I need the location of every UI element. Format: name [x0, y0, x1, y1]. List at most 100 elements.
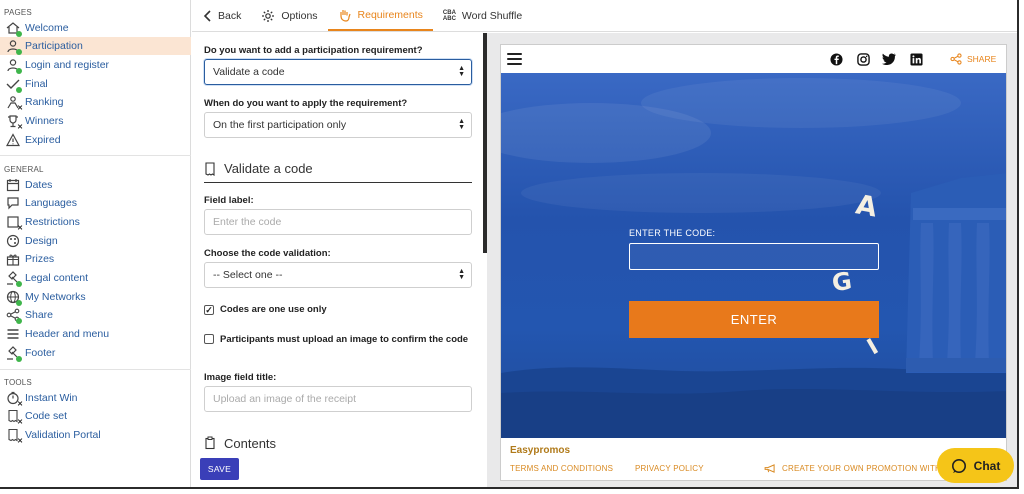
share-icon [950, 53, 962, 65]
tab-word-shuffle-label: Word Shuffle [461, 9, 523, 22]
sidebar-item-code-set[interactable]: ✕ Code set [0, 407, 191, 426]
preview-hero-background: A G I ENTER THE CODE: ENTER [501, 73, 1006, 438]
sidebar-item-label: Header and menu [25, 328, 110, 340]
sidebar-item-footer[interactable]: Footer [0, 344, 191, 362]
checkbox-unchecked[interactable] [204, 334, 214, 344]
warning-icon [6, 133, 20, 147]
select-value: On the first participation only [213, 119, 347, 131]
enter-button[interactable]: ENTER [629, 301, 879, 338]
sidebar-item-share[interactable]: Share [0, 306, 191, 324]
apply-requirement-label: When do you want to apply the requiremen… [204, 98, 408, 109]
home-icon [6, 21, 22, 37]
sidebar-item-dates[interactable]: Dates [0, 176, 191, 194]
section-title: Contents [224, 435, 277, 451]
user-login-icon [6, 58, 22, 74]
sidebar-item-label: Design [25, 235, 58, 247]
sidebar-item-label: Welcome [25, 22, 69, 34]
sidebar-item-label: Participation [25, 40, 83, 52]
sidebar-item-label: Dates [25, 179, 53, 191]
share-icon [6, 308, 22, 324]
code-validation-select[interactable]: -- Select one -- ▲ ▼ [204, 262, 472, 288]
sidebar-item-label: Code set [25, 410, 68, 422]
sidebar-item-participation[interactable]: Participation [0, 37, 191, 55]
gavel-icon [6, 271, 22, 287]
sidebar-item-ranking[interactable]: ✕ Ranking [0, 93, 191, 112]
promotion-preview: SHARE A G I ENTER THE CODE: ENTER Easypr… [500, 44, 1007, 481]
upload-image-checkbox-row[interactable]: Participants must upload an image to con… [204, 333, 472, 346]
sidebar-item-label: Instant Win [25, 392, 78, 404]
hamburger-menu-icon[interactable] [507, 53, 522, 65]
privacy-link[interactable]: PRIVACY POLICY [635, 464, 704, 473]
sidebar-item-my-networks[interactable]: My Networks [0, 288, 191, 306]
preview-share-link[interactable]: SHARE [950, 53, 996, 65]
sidebar-item-welcome[interactable]: Welcome [0, 19, 191, 37]
tab-word-shuffle[interactable]: CBA ABC Word Shuffle [433, 0, 532, 31]
sidebar-item-label: My Networks [25, 291, 86, 303]
linkedin-icon[interactable] [909, 52, 923, 66]
user-icon [6, 39, 22, 55]
preview-footer: Easypromos TERMS AND CONDITIONS PRIVACY … [501, 438, 1006, 480]
sidebar-item-restrictions[interactable]: ✕ Restrictions [0, 213, 191, 232]
tab-requirements[interactable]: Requirements [327, 0, 433, 31]
code-validation-label: Choose the code validation: [204, 248, 331, 259]
chat-bubble-icon [951, 458, 967, 474]
participation-requirement-select[interactable]: Validate a code ▲ ▼ [204, 59, 472, 85]
sidebar-item-legal-content[interactable]: Legal content [0, 269, 191, 287]
restriction-icon: ✕ [6, 215, 23, 232]
code-input[interactable] [629, 243, 879, 270]
section-divider [0, 155, 191, 156]
section-divider [0, 369, 191, 370]
sidebar-item-final[interactable]: Final [0, 75, 191, 93]
back-button[interactable]: Back [192, 0, 251, 31]
select-caret-icon: ▲ ▼ [458, 268, 465, 281]
sidebar-item-label: Languages [25, 197, 77, 209]
sidebar-item-validation-portal[interactable]: ✕ Validation Portal [0, 426, 191, 445]
validation-portal-icon: ✕ [6, 428, 23, 445]
twitter-icon[interactable] [882, 52, 896, 66]
sidebar-item-label: Final [25, 78, 48, 90]
checkmark-icon [6, 77, 22, 93]
participation-requirement-label: Do you want to add a participation requi… [204, 45, 423, 56]
checkbox-label: Participants must upload an image to con… [220, 334, 469, 345]
top-tab-bar: Back Options Requirements CBA ABC Word Sh… [192, 0, 1017, 32]
select-caret-icon: ▲ ▼ [458, 65, 465, 78]
image-field-title-input[interactable] [204, 386, 472, 412]
one-use-codes-checkbox-row[interactable]: ✓ Codes are one use only [204, 304, 472, 315]
sidebar-item-design[interactable]: Design [0, 232, 191, 250]
back-label: Back [218, 9, 242, 22]
gear-icon [261, 9, 275, 23]
field-label-title: Field label: [204, 195, 254, 206]
receipt-icon [204, 161, 216, 176]
sidebar-item-languages[interactable]: Languages [0, 194, 191, 212]
save-button[interactable]: SAVE [200, 458, 239, 480]
sidebar-item-label: Restrictions [25, 216, 80, 228]
tools-section-title: TOOLS [4, 378, 32, 387]
field-label-input[interactable] [204, 209, 472, 235]
globe-icon [6, 290, 22, 306]
shuffle-letter-g[interactable]: G [830, 267, 853, 297]
sidebar-item-label: Ranking [25, 96, 64, 108]
sidebar-item-instant-win[interactable]: ✕ Instant Win [0, 389, 191, 408]
chat-button[interactable]: Chat [937, 448, 1014, 483]
section-title: Validate a code [224, 161, 313, 176]
share-label: SHARE [967, 54, 997, 64]
general-section-title: GENERAL [4, 165, 44, 174]
sidebar-item-prizes[interactable]: Prizes [0, 250, 191, 268]
sidebar: PAGES Welcome Participation Login and re… [0, 0, 191, 487]
terms-link[interactable]: TERMS AND CONDITIONS [510, 464, 613, 473]
apply-requirement-select[interactable]: On the first participation only ▲ ▼ [204, 112, 472, 138]
tab-options[interactable]: Options [251, 0, 327, 31]
sidebar-item-expired[interactable]: Expired [0, 131, 191, 149]
create-promotion-link[interactable]: CREATE YOUR OWN PROMOTION WITH [764, 464, 941, 473]
instagram-icon[interactable] [856, 52, 870, 66]
checkbox-checked[interactable]: ✓ [204, 305, 214, 315]
validate-code-section-header: Validate a code [204, 155, 472, 183]
facebook-icon[interactable] [829, 52, 843, 66]
sidebar-item-login-register[interactable]: Login and register [0, 56, 191, 74]
sidebar-item-header-menu[interactable]: Header and menu [0, 325, 191, 343]
calendar-icon [6, 178, 20, 192]
select-value: -- Select one -- [213, 269, 283, 281]
pages-section-title: PAGES [4, 8, 32, 17]
sidebar-item-winners[interactable]: ✕ Winners [0, 112, 191, 131]
contents-section-header: Contents [204, 429, 472, 457]
